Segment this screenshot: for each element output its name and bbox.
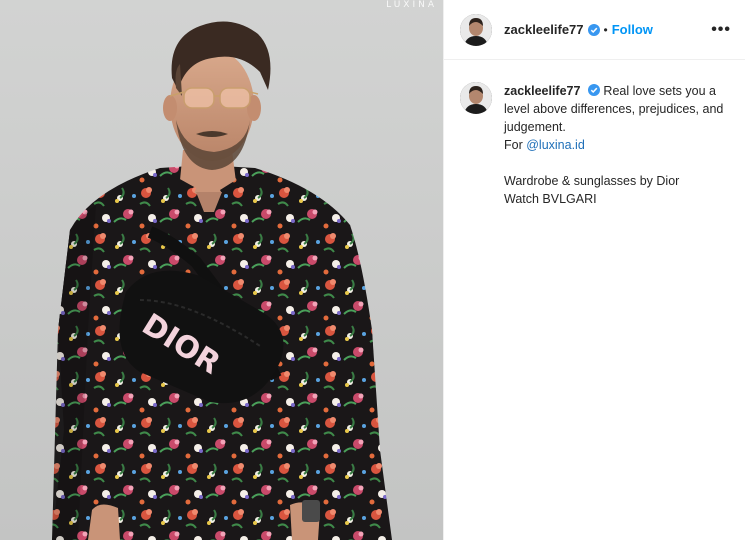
- post-side-panel: zackleelife77 • Follow ••• zackleelife77: [443, 0, 745, 540]
- man-portrait-image: DIOR: [52, 21, 392, 540]
- avatar-image: [460, 13, 492, 46]
- caption-text: zackleelife77 Real love sets you a level…: [504, 82, 729, 208]
- avatar-image: [460, 82, 492, 114]
- caption-credits-2: Watch BVLGARI: [504, 192, 597, 206]
- separator-dot: •: [603, 22, 608, 37]
- caption-username[interactable]: zackleelife77: [504, 84, 580, 98]
- mention-link[interactable]: @luxina.id: [526, 138, 585, 152]
- post-header: zackleelife77 • Follow •••: [444, 0, 745, 60]
- more-options-icon[interactable]: •••: [711, 21, 731, 38]
- caption-avatar[interactable]: [460, 82, 492, 114]
- verified-badge-icon: [587, 23, 600, 36]
- post-author-username[interactable]: zackleelife77: [504, 22, 584, 37]
- verified-badge-icon: [587, 84, 600, 96]
- post-photo[interactable]: DIOR LUXINA: [0, 0, 443, 540]
- follow-button[interactable]: Follow: [612, 22, 653, 37]
- caption-credits-1: Wardrobe & sunglasses by Dior: [504, 174, 680, 188]
- caption-for-prefix: For: [504, 138, 527, 152]
- post-caption: zackleelife77 Real love sets you a level…: [444, 60, 745, 208]
- avatar[interactable]: [460, 13, 492, 46]
- watermark-text: LUXINA: [386, 0, 437, 10]
